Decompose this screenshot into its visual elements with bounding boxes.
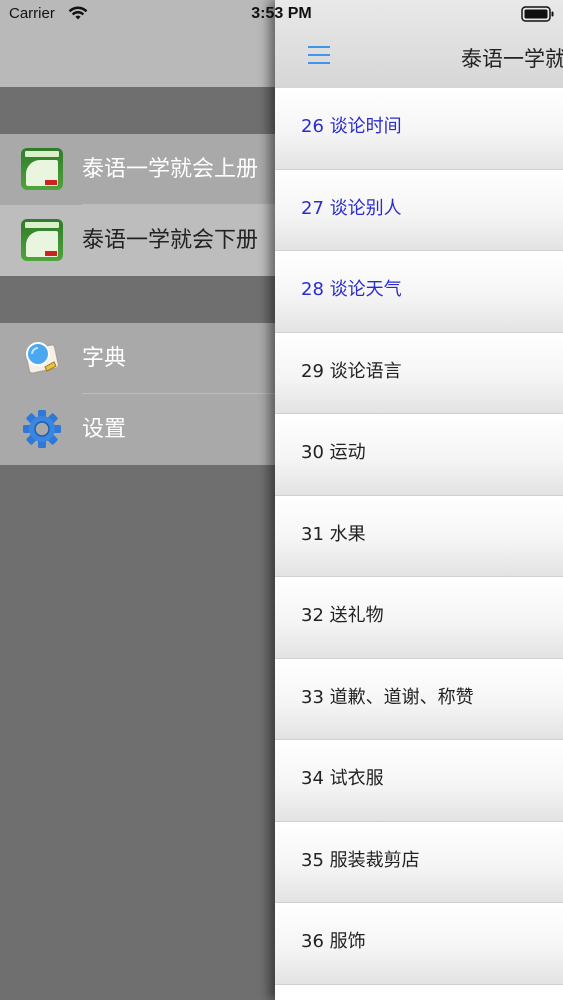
lesson-label: 30 运动 (301, 442, 366, 463)
hamburger-icon[interactable] (308, 46, 330, 64)
gear-icon (23, 410, 61, 448)
menu-item-dictionary[interactable]: 字典 (0, 323, 275, 394)
lesson-label: 33 道歉、道谢、称赞 (301, 686, 474, 708)
list-item[interactable]: 32 送礼物 (275, 577, 563, 659)
lesson-label: 28 谈论天气 (301, 279, 402, 300)
list-item[interactable]: 26 谈论时间 (275, 88, 563, 170)
clock: 3:53 PM (251, 5, 312, 22)
lesson-label: 34 试衣服 (301, 768, 384, 789)
book-icon (21, 219, 63, 261)
list-item[interactable]: 30 运动 (275, 414, 563, 496)
lesson-label: 31 水果 (301, 523, 366, 545)
menu-item-label: 泰语一学就会上册 (82, 157, 259, 182)
menu-item-label: 字典 (82, 346, 127, 371)
lesson-label: 27 谈论别人 (301, 197, 402, 219)
menu-section-gap (0, 87, 275, 134)
menu-item-book-1[interactable]: 泰语一学就会上册 (0, 134, 275, 205)
lesson-label: 35 服装裁剪店 (301, 849, 420, 871)
lesson-label: 36 服饰 (301, 931, 366, 952)
battery-icon (521, 6, 554, 22)
page-title: 泰语一学就会下册 (461, 47, 563, 71)
menu-item-label: 设置 (82, 417, 127, 442)
menu-item-label: 泰语一学就会下册 (82, 228, 259, 253)
lesson-label: 29 谈论语言 (301, 360, 402, 382)
list-item[interactable]: 27 谈论别人 (275, 169, 563, 251)
list-item[interactable]: 35 服装裁剪店 (275, 821, 563, 903)
book-icon (21, 148, 63, 190)
lesson-list: 26 谈论时间 27 谈论别人 28 谈论天气 29 谈论语言 30 运动 31… (275, 88, 563, 985)
list-item[interactable]: 29 谈论语言 (275, 332, 563, 414)
dictionary-icon (24, 342, 60, 375)
list-item[interactable]: 34 试衣服 (275, 740, 563, 822)
list-item[interactable]: 31 水果 (275, 495, 563, 577)
menu-section-gap (0, 276, 275, 323)
lesson-label: 32 送礼物 (301, 605, 384, 626)
menu-item-settings[interactable]: 设置 (0, 394, 275, 465)
status-bar: Carrier 3:53 PM (0, 0, 563, 30)
list-item[interactable]: 36 服饰 (275, 903, 563, 985)
list-item[interactable]: 28 谈论天气 (275, 251, 563, 333)
list-item[interactable]: 33 道歉、道谢、称赞 (275, 658, 563, 740)
menu-item-book-2[interactable]: 泰语一学就会下册 (0, 205, 275, 276)
lesson-label: 26 谈论时间 (301, 116, 402, 137)
content-panel: 泰语一学就会下册 26 谈论时间 27 谈论别人 28 谈论天气 29 谈论语言… (275, 0, 563, 1000)
